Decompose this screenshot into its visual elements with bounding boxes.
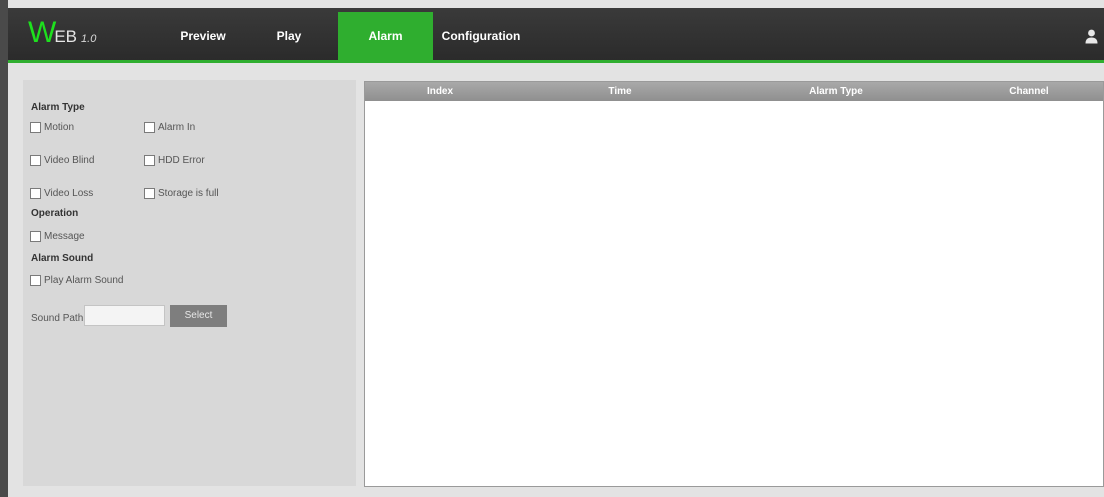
checkbox-message[interactable]: Message: [30, 229, 85, 243]
checkbox-box[interactable]: [144, 154, 155, 166]
checkbox-label: Message: [44, 230, 85, 242]
checkbox-label: Video Blind: [44, 154, 95, 166]
checkbox-hdd-error[interactable]: HDD Error: [144, 153, 205, 167]
tab-configuration[interactable]: Configuration: [438, 12, 524, 60]
logo-letter: W: [28, 16, 57, 49]
checkbox-label: Video Loss: [44, 187, 94, 199]
checkbox-play-alarm-sound[interactable]: Play Alarm Sound: [30, 273, 124, 287]
checkbox-storage-full[interactable]: Storage is full: [144, 186, 219, 200]
column-header-channel: Channel: [1009, 86, 1049, 97]
tab-play[interactable]: Play: [256, 12, 322, 60]
alarm-type-title: Alarm Type: [31, 102, 85, 113]
checkbox-label: Alarm In: [158, 121, 196, 133]
checkbox-alarm-in[interactable]: Alarm In: [144, 120, 195, 134]
checkbox-box[interactable]: [30, 187, 41, 199]
checkbox-video-loss[interactable]: Video Loss: [30, 186, 93, 200]
sound-path-label: Sound Path: [31, 313, 84, 324]
operation-title: Operation: [31, 208, 79, 219]
logo: WEB 1.0: [28, 16, 96, 56]
tab-preview[interactable]: Preview: [163, 12, 243, 60]
sound-path-input[interactable]: [84, 305, 165, 326]
alarm-sound-title: Alarm Sound: [31, 253, 94, 264]
checkbox-box[interactable]: [144, 187, 155, 199]
table-header: Index Time Alarm Type Channel: [365, 82, 1103, 101]
checkbox-box[interactable]: [144, 121, 155, 133]
checkbox-box[interactable]: [30, 230, 41, 242]
checkbox-box[interactable]: [30, 274, 41, 286]
logo-text: EB: [54, 27, 78, 46]
checkbox-label: Storage is full: [158, 187, 219, 199]
checkbox-box[interactable]: [30, 121, 41, 133]
tab-alarm[interactable]: Alarm: [338, 12, 433, 60]
checkbox-label: Play Alarm Sound: [44, 274, 124, 286]
left-edge-bar: [0, 0, 8, 497]
select-button[interactable]: Select: [170, 305, 227, 327]
checkbox-motion[interactable]: Motion: [30, 120, 74, 134]
checkbox-video-blind[interactable]: Video Blind: [30, 153, 94, 167]
logo-version: 1.0: [81, 33, 97, 45]
column-header-time: Time: [608, 86, 632, 97]
checkbox-label: Motion: [44, 121, 75, 133]
user-icon[interactable]: [1085, 29, 1098, 44]
app-window: WEB 1.0 Preview Play Alarm Configuration …: [0, 0, 1104, 497]
checkbox-label: HDD Error: [158, 154, 205, 166]
column-header-alarm-type: Alarm Type: [809, 86, 863, 97]
checkbox-box[interactable]: [30, 154, 41, 166]
alarm-table: Index Time Alarm Type Channel: [364, 81, 1104, 487]
column-header-index: Index: [426, 86, 454, 97]
